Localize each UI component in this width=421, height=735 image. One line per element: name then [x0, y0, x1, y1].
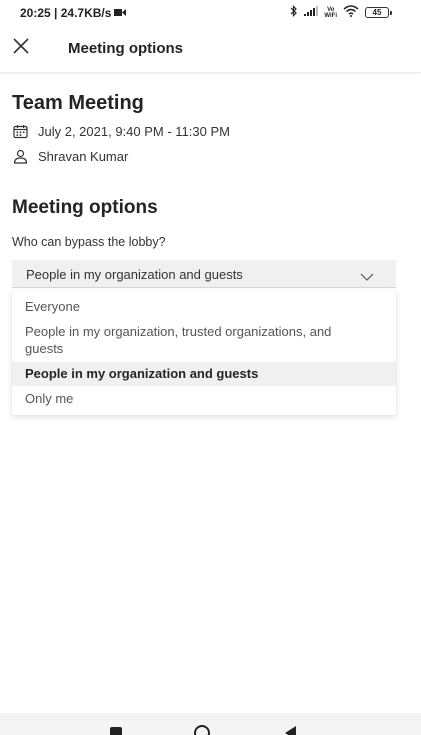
bluetooth-icon: [290, 5, 298, 20]
wifi-icon: [343, 5, 359, 20]
battery-icon: 45: [365, 7, 392, 18]
status-right: Vo WiFi 45: [290, 5, 392, 20]
dropdown-item-org-trusted-guests[interactable]: People in my organization, trusted organ…: [12, 323, 396, 361]
meeting-organizer-row: Shravan Kumar: [12, 148, 128, 164]
app-header: Meeting options: [0, 26, 421, 73]
dropdown-item-org-guests[interactable]: People in my organization and guests: [12, 362, 396, 386]
home-icon[interactable]: [194, 725, 210, 735]
volte-label-bottom: WiFi: [324, 12, 337, 19]
signal-icon: [304, 6, 319, 19]
person-icon: [12, 148, 28, 164]
status-time-speed: 20:25 | 24.7KB/s: [20, 6, 112, 20]
system-nav-bar: [0, 713, 421, 735]
status-bar: 20:25 | 24.7KB/s Vo WiFi 45: [0, 0, 421, 26]
dropdown-item-everyone[interactable]: Everyone: [12, 298, 396, 322]
close-icon: [12, 37, 30, 60]
calendar-icon: [12, 123, 28, 139]
back-icon[interactable]: [285, 726, 296, 735]
lobby-select-value: People in my organization and guests: [26, 267, 243, 282]
phone-screen: 20:25 | 24.7KB/s Vo WiFi 45 Meeting opti…: [0, 0, 421, 735]
meeting-title: Team Meeting: [12, 92, 144, 114]
header-title: Meeting options: [68, 40, 183, 57]
video-camera-icon: [114, 6, 127, 20]
battery-level: 45: [372, 7, 382, 17]
meeting-date-time: July 2, 2021, 9:40 PM - 11:30 PM: [38, 123, 230, 139]
lobby-label: Who can bypass the lobby?: [12, 235, 166, 249]
meeting-organizer: Shravan Kumar: [38, 148, 129, 164]
lobby-select[interactable]: People in my organization and guests: [12, 260, 396, 288]
options-section-title: Meeting options: [12, 197, 158, 218]
dropdown-item-only-me[interactable]: Only me: [12, 390, 396, 412]
meeting-date-row: July 2, 2021, 9:40 PM - 11:30 PM: [12, 123, 230, 139]
recent-apps-icon[interactable]: [110, 727, 122, 735]
volte-icon: Vo WiFi: [324, 7, 337, 19]
status-left: 20:25 | 24.7KB/s: [20, 6, 127, 20]
chevron-down-icon: [360, 269, 374, 281]
lobby-dropdown-menu: Everyone People in my organization, trus…: [12, 290, 396, 415]
close-button[interactable]: [8, 35, 34, 61]
